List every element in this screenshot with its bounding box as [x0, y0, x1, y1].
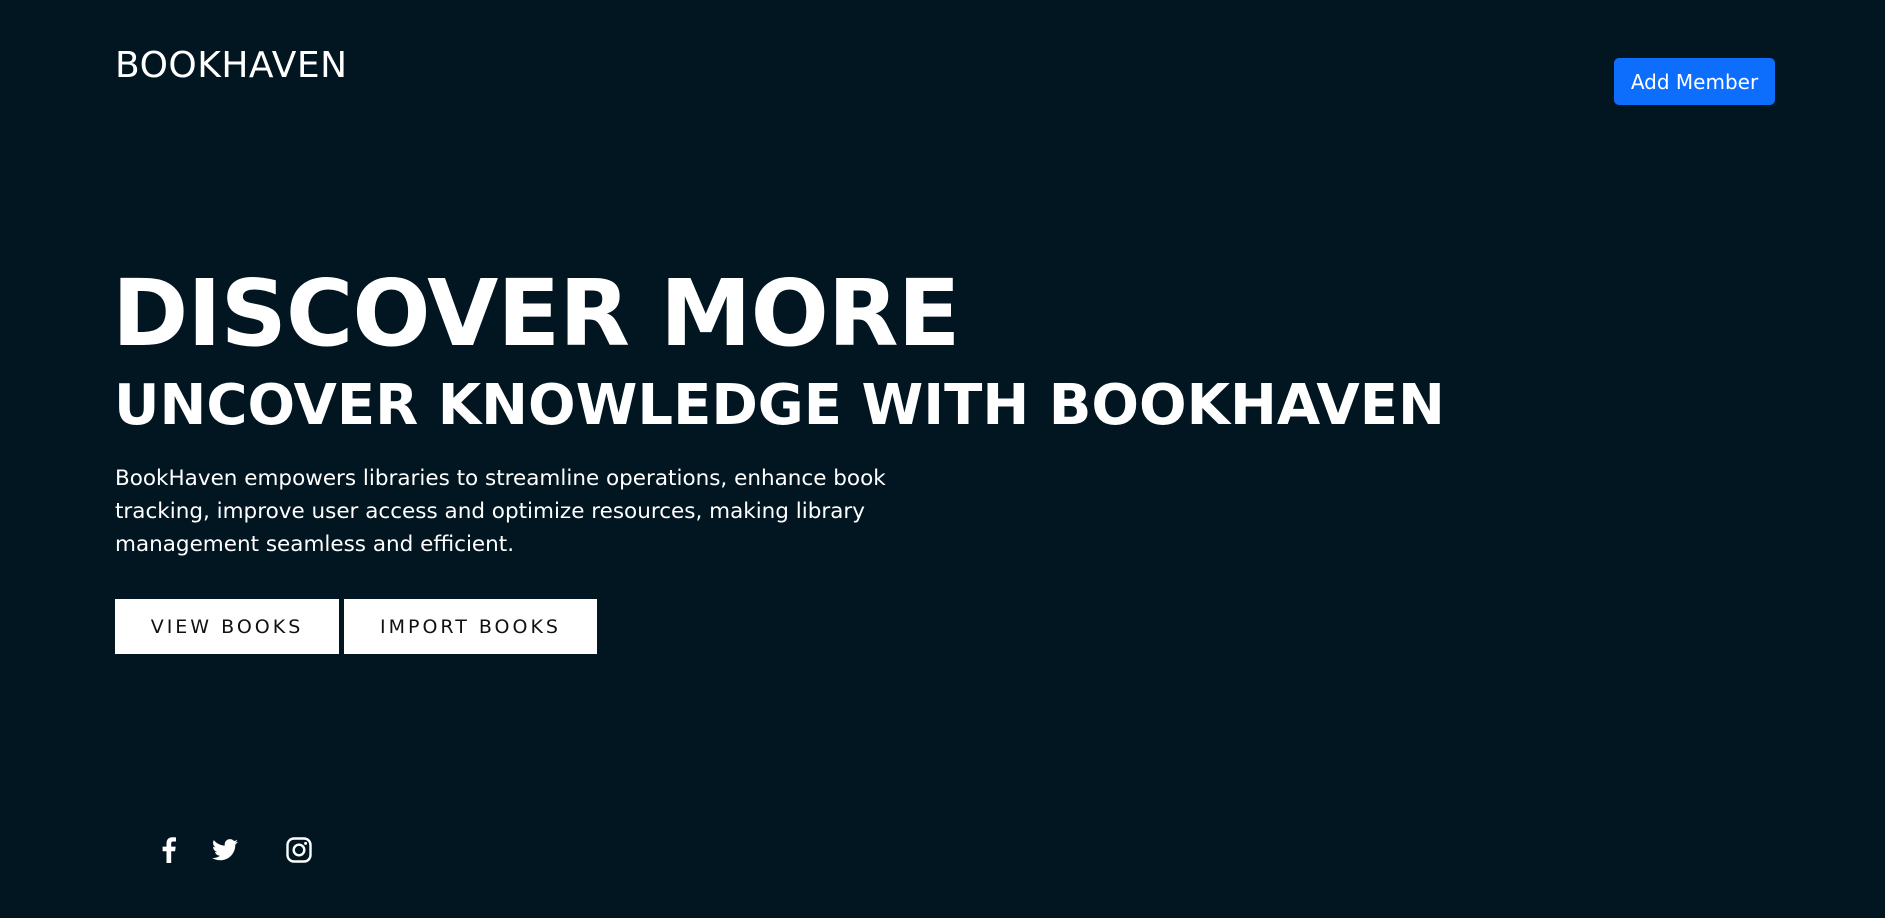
- view-books-button[interactable]: VIEW BOOKS: [115, 599, 339, 654]
- social-links: [155, 836, 313, 864]
- hero-title: DISCOVER MORE: [112, 260, 960, 367]
- add-member-button[interactable]: Add Member: [1614, 58, 1775, 105]
- import-books-button[interactable]: IMPORT BOOKS: [344, 599, 597, 654]
- hero-description: BookHaven empowers libraries to streamli…: [115, 466, 886, 557]
- brand-logo[interactable]: BOOKHAVEN: [115, 48, 348, 84]
- facebook-icon[interactable]: [155, 836, 183, 864]
- hero-subtitle: UNCOVER KNOWLEDGE WITH BOOKHAVEN: [114, 373, 1445, 438]
- landing-page: BOOKHAVEN Add Member DISCOVER MORE UNCOV…: [0, 0, 1885, 918]
- hero-actions: VIEW BOOKS IMPORT BOOKS: [115, 599, 597, 654]
- instagram-icon[interactable]: [285, 836, 313, 864]
- twitter-icon[interactable]: [211, 836, 239, 864]
